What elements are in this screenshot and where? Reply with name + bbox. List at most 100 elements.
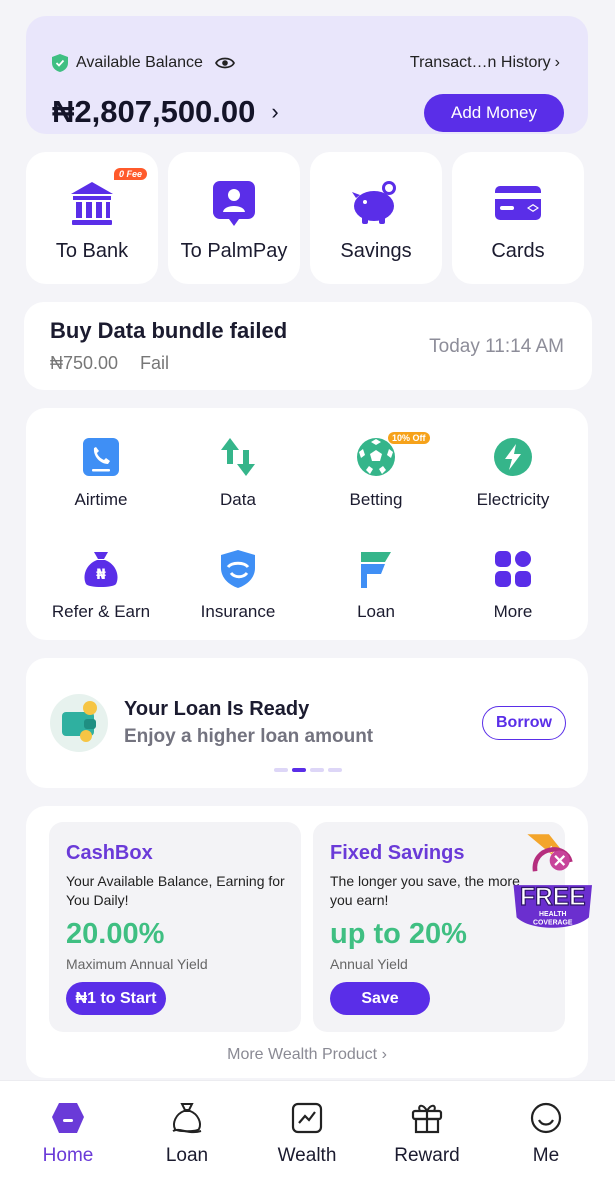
loan-title: Your Loan Is Ready: [124, 698, 310, 720]
carousel-dot: [328, 768, 342, 772]
transaction-amount: ₦750.00: [50, 353, 119, 373]
quick-action-to-palmpay[interactable]: To PalmPay: [168, 152, 300, 284]
nav-loan[interactable]: Loan: [137, 1101, 237, 1167]
carousel-dot: [310, 768, 324, 772]
nav-wealth[interactable]: Wealth: [257, 1101, 357, 1167]
chevron-right-icon: ›: [271, 99, 279, 124]
service-insurance[interactable]: Insurance: [168, 548, 308, 622]
loan-banner[interactable]: Your Loan Is Ready Enjoy a higher loan a…: [26, 658, 588, 788]
carousel-dot-active: [292, 768, 306, 772]
cashbox-start-button[interactable]: ₦1 to Start: [66, 982, 166, 1015]
gift-icon: [411, 1104, 443, 1134]
cashbox-description: Your Available Balance, Earning for You …: [66, 873, 285, 908]
bank-icon: [71, 182, 113, 225]
shield-check-icon: [52, 54, 68, 72]
loan-subtitle: Enjoy a higher loan amount: [124, 726, 374, 747]
more-wealth-link[interactable]: More Wealth Product ›: [26, 1046, 588, 1064]
bottom-navigation: Home Loan Wealth Reward Me: [0, 1080, 615, 1200]
service-data[interactable]: Data: [168, 436, 308, 510]
balance-label-row: Available Balance: [52, 54, 235, 72]
service-more[interactable]: More: [443, 548, 583, 622]
balance-card: Available Balance Transact…n History › ₦…: [26, 16, 588, 134]
service-label: Loan: [357, 602, 395, 621]
free-health-coverage-badge[interactable]: NEW FREE HEALTH COVERAGE: [512, 820, 612, 944]
chart-icon: [291, 1102, 323, 1134]
promo-line2-text: COVERAGE: [533, 919, 573, 926]
tile-label: To PalmPay: [180, 240, 288, 262]
grid-icon: [495, 551, 531, 587]
loan-bag-icon: [172, 1103, 202, 1134]
shield-icon: [221, 550, 255, 588]
discount-badge: 10% Off: [388, 432, 430, 444]
chevron-right-icon: ›: [381, 1046, 387, 1063]
phone-icon: [83, 438, 119, 476]
wallet-illustration: [50, 694, 108, 752]
transaction-history-link[interactable]: Transact…n History ›: [410, 54, 560, 72]
service-label: Betting: [349, 490, 403, 509]
fixed-savings-description: The longer you save, the more you earn!: [330, 873, 520, 908]
promo-free-text: FREE: [520, 884, 586, 911]
add-money-button[interactable]: Add Money: [424, 94, 564, 132]
balance-amount: ₦2,807,500.00: [52, 94, 256, 129]
recent-transaction-card[interactable]: Buy Data bundle failed ₦750.00 Fail Toda…: [24, 302, 592, 390]
service-label: Insurance: [200, 602, 276, 621]
services-grid: Airtime Data 10% Off Betting Electricity: [26, 408, 588, 640]
transaction-title: Buy Data bundle failed: [50, 318, 288, 343]
tile-label: Cards: [491, 240, 545, 262]
promo-line1-text: HEALTH: [539, 911, 567, 918]
cashbox-card[interactable]: CashBox Your Available Balance, Earning …: [49, 822, 301, 1032]
chevron-right-icon: ›: [554, 54, 560, 71]
fixed-savings-title: Fixed Savings: [330, 842, 465, 864]
fixed-savings-rate: up to 20%: [330, 918, 467, 950]
nav-label: Me: [532, 1145, 560, 1166]
quick-action-to-bank[interactable]: 0 Fee To Bank: [26, 152, 158, 284]
more-wealth-label: More Wealth Product: [227, 1046, 378, 1063]
carousel-indicator: [274, 768, 342, 772]
contact-icon: [213, 181, 255, 226]
nav-label: Home: [42, 1145, 94, 1166]
wallet-icon: [62, 701, 97, 742]
save-button[interactable]: Save: [330, 982, 430, 1015]
tile-label: Savings: [340, 240, 412, 262]
loan-icon: [361, 552, 391, 588]
svg-text:₦: ₦: [96, 567, 106, 583]
nav-label: Wealth: [277, 1145, 337, 1166]
lightning-icon: [494, 438, 532, 476]
piggy-bank-icon: [352, 181, 396, 224]
service-airtime[interactable]: Airtime: [31, 436, 171, 510]
transaction-history-label: Transact…n History: [409, 54, 551, 71]
service-label: Airtime: [74, 490, 128, 509]
card-icon: [495, 186, 541, 220]
balance-label: Available Balance: [76, 54, 203, 71]
quick-action-savings[interactable]: Savings: [310, 152, 442, 284]
service-betting[interactable]: 10% Off Betting: [306, 432, 446, 510]
service-electricity[interactable]: Electricity: [443, 436, 583, 510]
balance-amount-row[interactable]: ₦2,807,500.00 ›: [52, 94, 279, 130]
service-label: Refer & Earn: [51, 602, 151, 621]
tile-label: To Bank: [55, 240, 129, 262]
eye-icon[interactable]: [214, 56, 235, 70]
nav-me[interactable]: Me: [496, 1101, 596, 1167]
cashbox-title: CashBox: [66, 842, 153, 864]
nav-label: Loan: [165, 1145, 209, 1166]
service-label: More: [493, 602, 533, 621]
wealth-section: CashBox Your Available Balance, Earning …: [26, 806, 592, 1078]
transaction-status: Fail: [140, 353, 170, 373]
nav-reward[interactable]: Reward: [377, 1101, 477, 1167]
service-loan[interactable]: Loan: [306, 548, 446, 622]
cashbox-rate: 20.00%: [66, 918, 165, 950]
nav-label: Reward: [394, 1145, 460, 1166]
nav-home[interactable]: Home: [18, 1101, 118, 1167]
carousel-dot: [274, 768, 288, 772]
service-refer-earn[interactable]: ₦ Refer & Earn: [31, 548, 171, 622]
service-label: Data: [220, 490, 256, 509]
money-bag-icon: ₦: [84, 552, 118, 587]
fixed-savings-yield-label: Annual Yield: [330, 956, 408, 972]
data-arrows-icon: [221, 438, 255, 476]
zero-fee-badge: 0 Fee: [114, 168, 148, 180]
quick-action-cards[interactable]: Cards: [452, 152, 584, 284]
transaction-time: Today 11:14 AM: [429, 336, 564, 357]
service-label: Electricity: [476, 490, 550, 509]
borrow-button[interactable]: Borrow: [482, 706, 566, 740]
home-icon: [52, 1103, 84, 1133]
